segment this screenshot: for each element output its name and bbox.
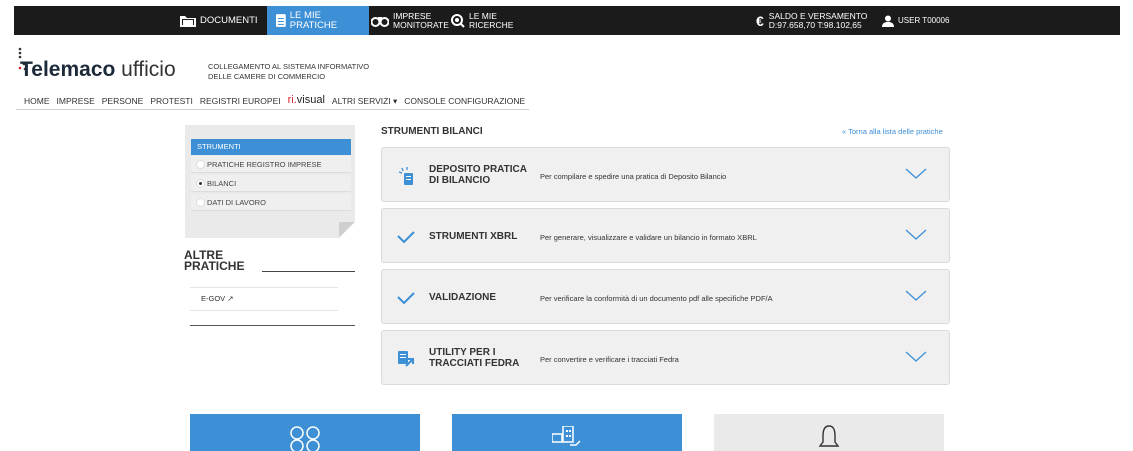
tile-2[interactable] xyxy=(452,414,682,451)
document-icon xyxy=(398,167,413,185)
card-title: DEPOSITO PRATICA DI BILANCIO xyxy=(429,164,527,186)
nav-console-configurazione[interactable]: CONSOLE CONFIGURAZIONE xyxy=(404,96,525,107)
rivisual-ri: ri. xyxy=(287,94,297,106)
user-menu[interactable]: USER T00006 xyxy=(882,6,949,35)
page-fold-shadow xyxy=(339,222,355,238)
card-strumenti-xbrl[interactable]: STRUMENTI XBRL Per generare, visualizzar… xyxy=(381,208,950,263)
card-description: Per compilare e spedire una pratica di D… xyxy=(540,172,727,181)
card-title-line2: TRACCIATI FEDRA xyxy=(429,358,520,369)
check-icon xyxy=(397,231,415,244)
sidebar-bottom-divider xyxy=(190,325,355,326)
le-mie-pratiche-label: LE MIE PRATICHE xyxy=(289,9,338,31)
brand-logo[interactable]: Telemaco ufficio xyxy=(20,58,176,82)
egov-divider-top xyxy=(190,287,338,288)
main-nav: HOME IMPRESE PERSONE PROTESTI REGISTRI E… xyxy=(24,94,532,107)
brand-subtitle-line2: DELLE CAMERE DI COMMERCIO xyxy=(208,72,326,81)
card-title: VALIDAZIONE xyxy=(429,292,497,303)
nav-protesti[interactable]: PROTESTI xyxy=(150,96,193,107)
user-icon xyxy=(882,15,894,27)
folder-icon xyxy=(180,16,196,27)
brand-name-prefix: Telemaco xyxy=(20,58,116,81)
page-scrollbar[interactable] xyxy=(1126,0,1133,451)
brand-subtitle: COLLEGAMENTO AL SISTEMA INFORMATIVO DELL… xyxy=(208,62,369,82)
card-title-line1: DEPOSITO PRATICA xyxy=(429,164,527,175)
chevron-down-icon[interactable] xyxy=(904,288,928,304)
user-label: USER T00006 xyxy=(898,15,950,25)
strumenti-header: STRUMENTI xyxy=(191,139,351,155)
nav-home[interactable]: HOME xyxy=(24,96,50,107)
nav-persone[interactable]: PERSONE xyxy=(102,96,144,107)
convert-icon xyxy=(398,351,414,367)
nav-divider xyxy=(16,109,529,110)
le-mie-pratiche-button[interactable]: LE MIE PRATICHE xyxy=(267,6,369,35)
tile-3[interactable] xyxy=(714,414,944,451)
chevron-down-icon[interactable] xyxy=(904,349,928,365)
altre-divider xyxy=(262,271,355,272)
radio-unselected-icon[interactable] xyxy=(196,160,205,169)
card-description: Per verificare la conformità di un docum… xyxy=(540,294,773,303)
card-description: Per generare, visualizzare e validare un… xyxy=(540,233,757,242)
documenti-label: DOCUMENTI xyxy=(200,14,258,26)
top-bar: DOCUMENTI LE MIE PRATICHE IMPRESE MONITO… xyxy=(0,0,1133,35)
card-utility-tracciati-fedra[interactable]: UTILITY PER I TRACCIATI FEDRA Per conver… xyxy=(381,330,950,385)
imprese-monitorate-button[interactable]: IMPRESE MONITORATE xyxy=(371,6,449,35)
rivisual-rest: visual xyxy=(296,94,325,106)
radio-unselected-icon[interactable] xyxy=(196,198,205,207)
tile-1[interactable] xyxy=(190,414,420,451)
saldo-versamento-button[interactable]: € SALDO E VERSAMENTO D:97.658,70 T:98.10… xyxy=(756,6,867,35)
documenti-button[interactable]: DOCUMENTI xyxy=(180,6,258,35)
sidebar-item-pratiche-registro-imprese[interactable]: PRATICHE REGISTRO IMPRESE xyxy=(191,156,351,173)
saldo-line2: D:97.658,70 T:98.102,65 xyxy=(768,19,862,30)
nav-rivisual[interactable]: ri.visual xyxy=(288,94,325,107)
bell-icon xyxy=(818,425,840,447)
sidebar-item-dati-di-lavoro[interactable]: DATI DI LAVORO xyxy=(191,194,351,211)
brand-subtitle-line1: COLLEGAMENTO AL SISTEMA INFORMATIVO xyxy=(208,62,370,71)
card-title-line1: UTILITY PER I xyxy=(429,347,496,358)
nav-imprese[interactable]: IMPRESE xyxy=(57,96,95,107)
card-title-line2: DI BILANCIO xyxy=(429,175,491,186)
sidebar-item-label: DATI DI LAVORO xyxy=(207,198,266,207)
check-icon xyxy=(397,292,415,305)
chevron-down-icon[interactable] xyxy=(904,227,928,243)
card-description: Per convertire e verificare i tracciati … xyxy=(540,355,679,364)
ricerche-line2: RICERCHE xyxy=(469,19,514,30)
loop-icon xyxy=(290,426,320,451)
brand-name-suffix: ufficio xyxy=(121,58,176,81)
top-bar-strip: DOCUMENTI LE MIE PRATICHE IMPRESE MONITO… xyxy=(14,6,1120,35)
binoculars-icon xyxy=(371,16,389,27)
card-validazione[interactable]: VALIDAZIONE Per verificare la conformità… xyxy=(381,269,950,324)
imprese-line2: MONITORATE xyxy=(393,19,449,30)
back-to-list-link[interactable]: « Torna alla lista delle pratiche xyxy=(842,127,943,136)
euro-icon: € xyxy=(756,12,764,29)
card-title: STRUMENTI XBRL xyxy=(429,231,518,242)
chevron-down-icon[interactable] xyxy=(904,166,928,182)
altre-pratiche-heading: ALTRE PRATICHE xyxy=(184,249,245,273)
radio-selected-icon[interactable] xyxy=(196,179,205,188)
nav-altri-servizi[interactable]: ALTRI SERVIZI ▾ xyxy=(332,96,397,107)
altre-line2: PRATICHE xyxy=(184,259,245,273)
sidebar-item-label: BILANCI xyxy=(207,179,237,188)
sidebar-item-bilanci[interactable]: BILANCI xyxy=(191,175,351,192)
egov-link[interactable]: E-GOV ↗ xyxy=(201,294,234,303)
sidebar-item-label: PRATICHE REGISTRO IMPRESE xyxy=(207,160,322,169)
search-icon xyxy=(451,13,465,28)
egov-divider-bottom xyxy=(190,310,338,311)
strumenti-panel: STRUMENTI PRATICHE REGISTRO IMPRESE BILA… xyxy=(185,125,355,238)
buildings-icon xyxy=(552,426,581,446)
nav-registri-europei[interactable]: REGISTRI EUROPEI xyxy=(200,96,281,107)
card-title: UTILITY PER I TRACCIATI FEDRA xyxy=(429,347,519,369)
page-title: STRUMENTI BILANCI xyxy=(381,126,483,137)
le-mie-ricerche-button[interactable]: LE MIE RICERCHE xyxy=(451,6,513,35)
document-icon xyxy=(276,14,286,27)
card-deposito-pratica-bilancio[interactable]: DEPOSITO PRATICA DI BILANCIO Per compila… xyxy=(381,147,950,202)
